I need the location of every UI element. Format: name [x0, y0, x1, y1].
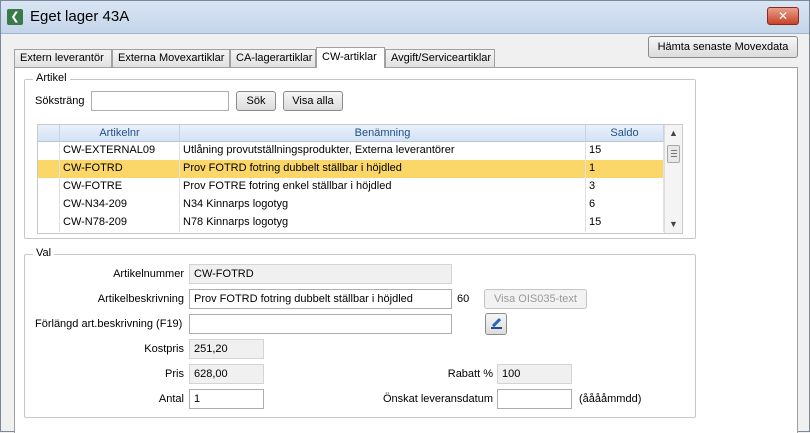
tab-ca-lagerartiklar[interactable]: CA-lagerartiklar	[230, 49, 316, 67]
leveransdatum-label: Önskat leveransdatum	[382, 393, 493, 405]
artikel-legend: Artikel	[33, 72, 70, 84]
kostpris-label: Kostpris	[144, 343, 184, 355]
table-header: Artikelnr Benämning Saldo	[38, 125, 664, 142]
search-input[interactable]	[91, 91, 229, 111]
app-window: ❮ Eget lager 43A ✕ Extern leverantör Ext…	[0, 0, 810, 433]
show-all-button[interactable]: Visa alla	[283, 91, 343, 111]
cell-artikelnr: CW-EXTERNAL09	[60, 142, 180, 160]
cell-artikelnr: CW-FOTRE	[60, 178, 180, 196]
scroll-up-icon[interactable]: ▲	[665, 125, 682, 142]
scroll-thumb[interactable]	[667, 145, 680, 163]
cell-artikelnr: CW-N34-209	[60, 196, 180, 214]
table-row[interactable]: CW-EXTERNAL09 Utlåning provutställningsp…	[38, 142, 664, 160]
tab-cw-artiklar[interactable]: CW-artiklar	[316, 47, 385, 68]
cell-benamning: Prov FOTRD fotring dubbelt ställbar i hö…	[180, 160, 586, 178]
val-group: Val Artikelnummer CW-FOTRD Artikelbeskri…	[24, 247, 696, 418]
cell-benamning: Utlåning provutställningsprodukter, Exte…	[180, 142, 586, 160]
cell-saldo: 6	[586, 196, 664, 214]
table-row[interactable]: CW-N78-209 N78 Kinnarps logotyg 15	[38, 214, 664, 232]
artikelnummer-field: CW-FOTRD	[189, 264, 452, 284]
tab-avgift-serviceartiklar[interactable]: Avgift/Serviceartiklar	[385, 49, 495, 67]
artikel-group: Artikel Söksträng Sök Visa alla Artikeln…	[24, 72, 696, 239]
row-selector[interactable]	[38, 160, 60, 178]
table-scrollbar[interactable]: ▲ ▼	[664, 125, 682, 233]
visa-ois035-text-button[interactable]: Visa OIS035-text	[484, 289, 587, 309]
close-icon: ✕	[777, 9, 789, 23]
row-selector[interactable]	[38, 196, 60, 214]
artikelbeskrivning-field[interactable]: Prov FOTRD fotring dubbelt ställbar i hö…	[189, 289, 452, 309]
row-selector[interactable]	[38, 178, 60, 196]
title-bar: ❮ Eget lager 43A ✕	[1, 1, 809, 34]
cell-saldo: 15	[586, 142, 664, 160]
close-button[interactable]: ✕	[767, 7, 799, 25]
leveransdatum-field[interactable]	[497, 389, 572, 409]
fetch-movexdata-button[interactable]: Hämta senaste Movexdata	[648, 36, 798, 58]
search-button[interactable]: Sök	[236, 91, 276, 111]
antal-field[interactable]: 1	[189, 389, 264, 409]
cell-artikelnr: CW-FOTRD	[60, 160, 180, 178]
tab-extern-leverantor[interactable]: Extern leverantör	[14, 49, 112, 67]
cell-artikelnr: CW-N78-209	[60, 214, 180, 232]
forlangd-beskrivning-label: Förlängd art.beskrivning (F19)	[35, 318, 183, 330]
tab-externa-movexartiklar[interactable]: Externa Movexartiklar	[112, 49, 230, 67]
scroll-down-icon[interactable]: ▼	[665, 216, 682, 233]
pencil-icon	[491, 318, 502, 329]
table-row-selected[interactable]: CW-FOTRD Prov FOTRD fotring dubbelt stäl…	[38, 160, 664, 178]
column-header-artikelnr[interactable]: Artikelnr	[60, 125, 180, 142]
cell-benamning: Prov FOTRE fotring enkel ställbar i höjd…	[180, 178, 586, 196]
cw-artiklar-panel: Artikel Söksträng Sök Visa alla Artikeln…	[14, 67, 798, 433]
column-header-benamning[interactable]: Benämning	[180, 125, 586, 142]
cell-benamning: N34 Kinnarps logotyg	[180, 196, 586, 214]
table-row[interactable]: CW-N34-209 N34 Kinnarps logotyg 6	[38, 196, 664, 214]
date-format-hint: (ååååmmdd)	[579, 393, 642, 405]
artikelbeskrivning-label: Artikelbeskrivning	[97, 293, 184, 305]
antal-label: Antal	[158, 393, 184, 405]
beskrivning-maxlength: 60	[457, 293, 470, 305]
back-arrow-icon[interactable]: ❮	[7, 9, 23, 25]
rabatt-field: 100	[497, 364, 572, 384]
pris-field: 628,00	[189, 364, 264, 384]
table-row[interactable]: CW-FOTRE Prov FOTRE fotring enkel ställb…	[38, 178, 664, 196]
search-label: Söksträng	[35, 95, 85, 107]
cell-saldo: 3	[586, 178, 664, 196]
pris-label: Pris	[165, 368, 184, 380]
kostpris-field: 251,20	[189, 339, 264, 359]
cell-saldo: 1	[586, 160, 664, 178]
article-table: Artikelnr Benämning Saldo CW-EXTERNAL09 …	[37, 124, 683, 234]
edit-description-button[interactable]	[485, 313, 507, 335]
cell-benamning: N78 Kinnarps logotyg	[180, 214, 586, 232]
row-selector-header	[38, 125, 60, 142]
window-title: Eget lager 43A	[30, 8, 130, 25]
forlangd-beskrivning-field[interactable]	[189, 314, 452, 334]
row-selector[interactable]	[38, 142, 60, 160]
column-header-saldo[interactable]: Saldo	[586, 125, 664, 142]
rabatt-label: Rabatt %	[447, 368, 493, 380]
artikelnummer-label: Artikelnummer	[113, 268, 184, 280]
cell-saldo: 15	[586, 214, 664, 232]
row-selector[interactable]	[38, 214, 60, 232]
val-legend: Val	[33, 247, 55, 259]
